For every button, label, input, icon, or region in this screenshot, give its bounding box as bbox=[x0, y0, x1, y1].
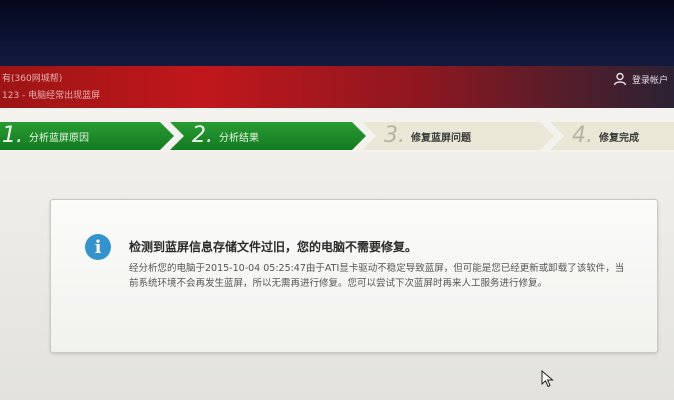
progress-steps-bar: 1. 分析蓝屏原因 2. 分析结果 3. 修复蓝屏问题 4. 修复完成 bbox=[0, 108, 674, 152]
step-label: 分析蓝屏原因 bbox=[29, 132, 89, 144]
step-number: 4. bbox=[572, 123, 593, 148]
result-description: 经分析您的电脑于2015-10-04 05:25:47由于ATI显卡驱动不稳定导… bbox=[129, 263, 625, 289]
step-number: 3. bbox=[384, 123, 405, 148]
header-brand: 有(360网城帮) bbox=[2, 74, 63, 84]
info-icon: i bbox=[85, 234, 111, 260]
step-label: 分析结果 bbox=[219, 132, 259, 144]
step-analyze-cause: 1. 分析蓝屏原因 bbox=[0, 122, 174, 150]
mouse-pointer-icon bbox=[541, 370, 554, 388]
step-number: 2. bbox=[192, 123, 213, 148]
login-button[interactable]: 登录帐户 bbox=[613, 72, 668, 86]
app-header: 有(360网城帮) 123 - 电脑经常出现蓝屏 登录帐户 bbox=[0, 66, 674, 108]
user-icon bbox=[613, 72, 627, 86]
step-number: 1. bbox=[2, 123, 23, 148]
step-label: 修复完成 bbox=[599, 132, 639, 144]
login-label: 登录帐户 bbox=[631, 75, 668, 86]
step-repair-problem: 3. 修复蓝屏问题 bbox=[362, 122, 554, 150]
step-analysis-result: 2. 分析结果 bbox=[170, 122, 366, 150]
step-label: 修复蓝屏问题 bbox=[411, 132, 471, 144]
result-message-box: i 检测到蓝屏信息存储文件过旧，您的电脑不需要修复。 经分析您的电脑于2015-… bbox=[50, 199, 658, 353]
result-title: 检测到蓝屏信息存储文件过旧，您的电脑不需要修复。 bbox=[129, 240, 418, 254]
monitor-bezel bbox=[0, 0, 674, 66]
header-breadcrumb[interactable]: 123 - 电脑经常出现蓝屏 bbox=[2, 88, 100, 101]
step-repair-complete: 4. 修复完成 bbox=[550, 122, 674, 150]
